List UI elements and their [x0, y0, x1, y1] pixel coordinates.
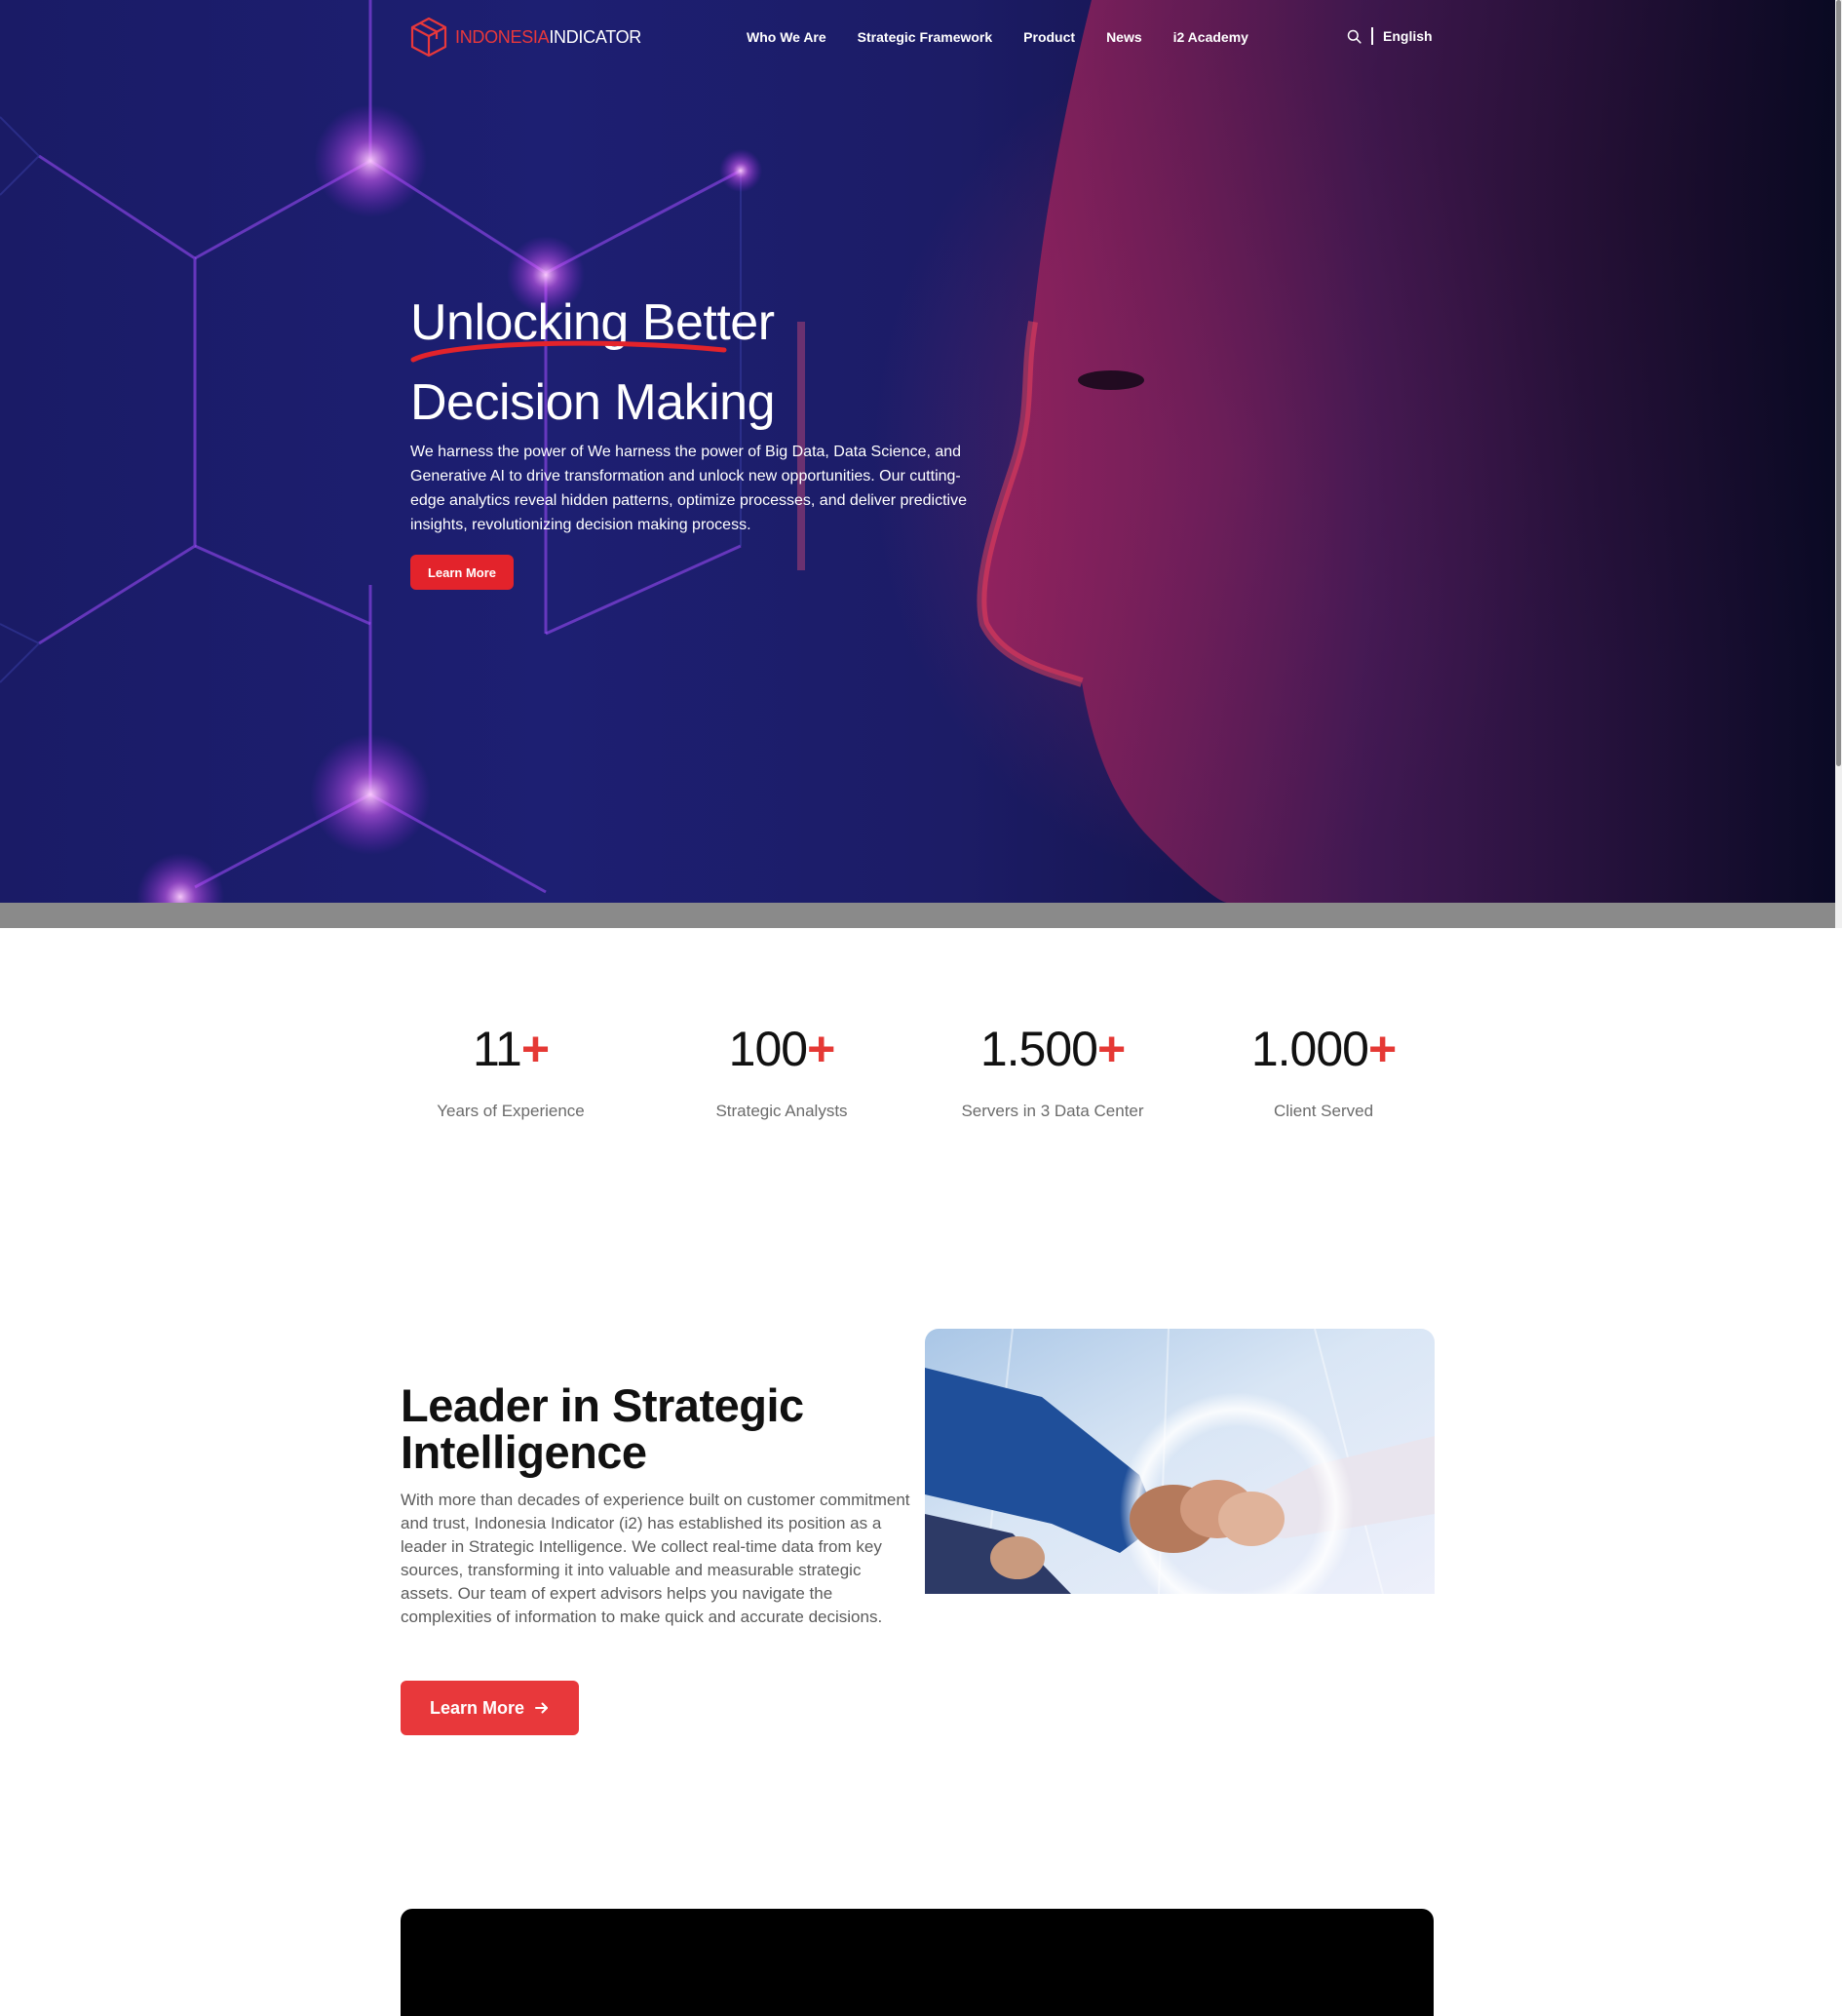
stat-plus: +: [1096, 1022, 1126, 1076]
stat-servers: 1.500+ Servers in 3 Data Center: [926, 1020, 1179, 1121]
leader-description: With more than decades of experience bui…: [401, 1491, 910, 1626]
cube-logo-icon: [410, 17, 447, 58]
nav-divider: [1371, 27, 1373, 45]
teamwork-fist-bump-image: [925, 1329, 1435, 1594]
stat-value: 100+: [655, 1020, 908, 1078]
stat-plus: +: [520, 1022, 550, 1076]
nav-strategic-framework[interactable]: Strategic Framework: [858, 29, 993, 45]
stat-label: Client Served: [1273, 1102, 1374, 1120]
stat-value: 1.500+: [926, 1020, 1179, 1078]
stat-label: Servers in 3 Data Center: [961, 1102, 1144, 1120]
hero-bottom-band: [0, 903, 1835, 928]
nav-who-we-are[interactable]: Who We Are: [747, 29, 826, 45]
stat-label: Years of Experience: [437, 1102, 585, 1120]
arrow-right-icon: [535, 1702, 549, 1714]
nav-tools: English: [1347, 27, 1433, 45]
scrollbar-thumb[interactable]: [1836, 0, 1841, 766]
hero-description: We harness the power of We harness the p…: [410, 444, 967, 533]
nav-news[interactable]: News: [1106, 29, 1142, 45]
hero-title-line-2: Decision Making: [410, 374, 776, 431]
hero-learn-more-button[interactable]: Learn More: [410, 555, 514, 590]
stat-strategic-analysts: 100+ Strategic Analysts: [655, 1020, 908, 1121]
brand-name-part-2: INDICATOR: [549, 26, 641, 47]
hero-title-underline: [410, 340, 727, 363]
top-navigation: INDONESIAINDICATOR Who We Are Strategic …: [0, 0, 1835, 76]
brand-name: INDONESIAINDICATOR: [455, 27, 641, 48]
stat-number: 100: [728, 1022, 808, 1076]
leader-learn-more-button[interactable]: Learn More: [401, 1681, 579, 1735]
stat-number: 11: [472, 1022, 522, 1076]
stat-plus: +: [1367, 1022, 1397, 1076]
stat-plus: +: [807, 1022, 835, 1076]
stat-value: 1.000+: [1197, 1020, 1450, 1078]
stat-years-experience: 11+ Years of Experience: [384, 1020, 637, 1121]
nav-i2-academy[interactable]: i2 Academy: [1173, 29, 1248, 45]
stat-value: 11+: [384, 1020, 637, 1078]
leader-title: Leader in Strategic Intelligence: [401, 1379, 804, 1478]
nav-product[interactable]: Product: [1023, 29, 1075, 45]
leader-learn-more-label: Learn More: [429, 1697, 525, 1718]
hero-section: INDONESIAINDICATOR Who We Are Strategic …: [0, 0, 1835, 903]
video-section[interactable]: [401, 1909, 1434, 2016]
main-menu: Who We Are Strategic Framework Product N…: [747, 29, 1248, 45]
stat-number: 1.000: [1250, 1022, 1369, 1076]
stat-label: Strategic Analysts: [715, 1102, 848, 1120]
stat-clients-served: 1.000+ Client Served: [1197, 1020, 1450, 1121]
brand-name-part-1: INDONESIA: [455, 26, 550, 47]
language-selector[interactable]: English: [1383, 28, 1433, 44]
stat-number: 1.500: [979, 1022, 1098, 1076]
search-icon[interactable]: [1347, 29, 1362, 44]
brand-logo[interactable]: INDONESIAINDICATOR: [408, 16, 641, 58]
